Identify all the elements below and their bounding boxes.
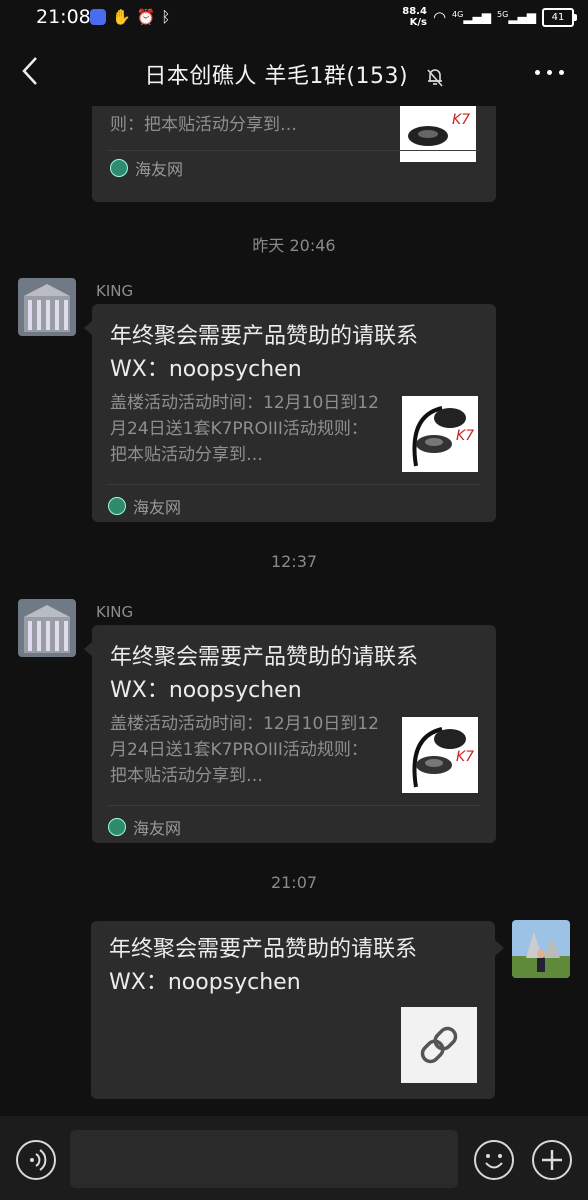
source-icon — [108, 818, 126, 836]
plus-icon[interactable] — [532, 1140, 572, 1180]
emoji-icon[interactable] — [474, 1140, 514, 1180]
page-title: 日本创礁人 羊毛1群(153) — [0, 58, 588, 90]
svg-text:K7: K7 — [452, 112, 470, 128]
product-image: K7 — [402, 396, 478, 472]
sender-name: KING — [96, 603, 134, 621]
link-icon — [420, 1026, 458, 1064]
net-speed-value: 88.4 — [402, 6, 427, 17]
app-notification-icon — [90, 9, 106, 25]
signal-1: 4G▂▄▆ — [452, 10, 491, 24]
link-card[interactable]: 到12月24日送1套K7PROIII活动规则：把本贴活动分享到… K7 海友网 — [92, 106, 496, 202]
card-divider — [108, 805, 480, 806]
message-input[interactable] — [70, 1130, 458, 1188]
avatar[interactable] — [18, 278, 76, 336]
input-bar — [0, 1116, 588, 1200]
battery-level: 41 — [551, 11, 565, 23]
card-thumbnail: K7 — [400, 106, 476, 162]
person-avatar-image — [512, 920, 570, 978]
card-source: 海友网 — [110, 156, 183, 180]
wifi-icon: ◠ — [432, 8, 447, 26]
signal-bars-icon: ▂▄▆ — [463, 10, 492, 24]
status-right: 88.4 K/s ◠ 4G▂▄▆ 5G▂▄▆ 41 — [402, 6, 577, 28]
card-thumbnail: K7 — [402, 717, 478, 793]
card-divider — [108, 484, 480, 485]
card-description: 盖楼活动活动时间：12月10日到12月24日送1套K7PROIII活动规则：把本… — [110, 393, 379, 465]
more-dots-icon[interactable] — [535, 70, 564, 75]
card-description: 到12月24日送1套K7PROIII活动规则：把本贴活动分享到… — [110, 106, 373, 135]
my-avatar[interactable] — [512, 920, 570, 978]
voice-icon[interactable] — [16, 1140, 56, 1180]
signal-bars-icon: ▂▄▆ — [508, 10, 536, 24]
link-thumbnail — [401, 1007, 477, 1083]
link-card[interactable]: 年终聚会需要产品赞助的请联系WX：noopsychen 盖楼活动活动时间：12月… — [92, 625, 496, 843]
hand-icon: ✋ — [112, 8, 131, 26]
building-avatar-image — [18, 599, 76, 657]
product-image: K7 — [400, 106, 476, 162]
bell-off-icon — [426, 69, 443, 87]
svg-text:K7: K7 — [456, 428, 474, 444]
status-time: 21:08 — [36, 6, 91, 28]
timestamp: 21:07 — [270, 873, 318, 892]
message-list[interactable]: 到12月24日送1套K7PROIII活动规则：把本贴活动分享到… K7 海友网 … — [0, 106, 588, 1116]
network-1-label: 4G — [452, 10, 464, 19]
chat-title: 日本创礁人 羊毛1群(153) — [144, 64, 409, 89]
source-name: 海友网 — [133, 498, 182, 517]
bluetooth-icon: ᛒ — [161, 8, 171, 26]
source-name: 海友网 — [133, 819, 182, 838]
source-icon — [108, 497, 126, 515]
timestamp: 昨天 20:46 — [252, 236, 336, 255]
card-headline: 年终聚会需要产品赞助的请联系WX：noopsychen — [110, 645, 419, 703]
timestamp: 12:37 — [270, 552, 318, 571]
status-bar: 21:08 ✋ ⏰ ᛒ 88.4 K/s ◠ 4G▂▄▆ 5G▂▄▆ 41 — [0, 0, 588, 36]
card-headline: 年终聚会需要产品赞助的请联系WX：noopsychen — [109, 937, 418, 995]
network-2-label: 5G — [497, 10, 509, 19]
signal-2: 5G▂▄▆ — [497, 10, 536, 24]
net-speed-unit: K/s — [409, 17, 427, 28]
source-name: 海友网 — [135, 160, 184, 179]
link-card[interactable]: 年终聚会需要产品赞助的请联系WX：noopsychen — [91, 921, 495, 1099]
building-avatar-image — [18, 278, 76, 336]
product-image: K7 — [402, 717, 478, 793]
card-description: 盖楼活动活动时间：12月10日到12月24日送1套K7PROIII活动规则：把本… — [110, 714, 379, 786]
card-source: 海友网 — [108, 494, 181, 518]
sender-name: KING — [96, 282, 134, 300]
card-thumbnail: K7 — [402, 396, 478, 472]
svg-text:K7: K7 — [456, 749, 474, 765]
card-headline: 年终聚会需要产品赞助的请联系WX：noopsychen — [110, 324, 419, 382]
source-icon — [110, 159, 128, 177]
bubble-tail — [495, 940, 504, 956]
alarm-icon: ⏰ — [136, 8, 156, 26]
card-source: 海友网 — [108, 815, 181, 839]
battery-icon: 41 — [542, 7, 577, 27]
avatar[interactable] — [18, 599, 76, 657]
status-app-icons: ✋ ⏰ ᛒ — [90, 9, 170, 25]
card-divider — [108, 150, 480, 151]
net-speed: 88.4 K/s — [402, 6, 427, 28]
link-card[interactable]: 年终聚会需要产品赞助的请联系WX：noopsychen 盖楼活动活动时间：12月… — [92, 304, 496, 522]
chat-header: 日本创礁人 羊毛1群(153) — [0, 36, 588, 106]
